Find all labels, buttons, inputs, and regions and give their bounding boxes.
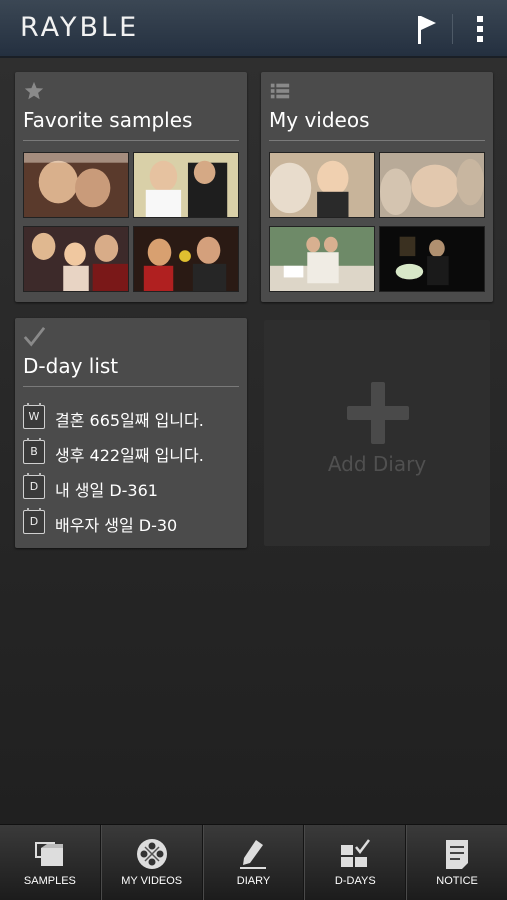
dashboard: Favorite samples My videos D-day list W … bbox=[0, 58, 507, 824]
dday-item-text: 배우자 생일 D-30 bbox=[55, 516, 178, 535]
favorite-samples-card[interactable]: Favorite samples bbox=[15, 72, 247, 302]
dday-list-card[interactable]: D-day list W 결혼 665일째 입니다. B 생후 422일째 입니… bbox=[15, 318, 247, 548]
dday-item[interactable]: W 결혼 665일째 입니다. bbox=[23, 400, 239, 435]
dday-item[interactable]: B 생후 422일째 입니다. bbox=[23, 435, 239, 470]
checkmark-icon bbox=[23, 326, 45, 347]
star-icon bbox=[24, 81, 44, 100]
nav-my-videos[interactable]: MY VIDEOS bbox=[100, 825, 203, 900]
flag-button[interactable] bbox=[412, 12, 442, 46]
nav-diary[interactable]: DIARY bbox=[202, 825, 305, 900]
film-reel-icon bbox=[136, 839, 167, 869]
nav-label: DIARY bbox=[236, 875, 271, 887]
sample-thumbnail[interactable] bbox=[133, 226, 239, 292]
sample-thumbnail[interactable] bbox=[23, 152, 129, 218]
dday-list: W 결혼 665일째 입니다. B 생후 422일째 입니다. D 내 생일 D… bbox=[23, 400, 239, 540]
nav-label: D-DAYS bbox=[334, 875, 376, 887]
toolbar-divider bbox=[452, 14, 453, 44]
nav-samples[interactable]: SAMPLES bbox=[0, 825, 101, 900]
favorite-thumbnails bbox=[23, 152, 239, 294]
calendar-badge-icon: B bbox=[23, 438, 45, 464]
add-diary-button[interactable]: Add Diary bbox=[264, 320, 490, 546]
nav-label: NOTICE bbox=[436, 875, 478, 887]
nav-notice[interactable]: NOTICE bbox=[406, 825, 507, 900]
sample-thumbnail[interactable] bbox=[133, 152, 239, 218]
top-action-bar: RAYBLE bbox=[0, 0, 507, 58]
my-videos-card[interactable]: My videos bbox=[261, 72, 493, 302]
calendar-check-icon bbox=[341, 839, 371, 867]
video-thumbnails bbox=[269, 152, 485, 294]
dday-item-text: 내 생일 D-361 bbox=[55, 481, 158, 500]
card-title: My videos bbox=[269, 108, 370, 132]
calendar-badge-icon: D bbox=[23, 473, 45, 499]
card-divider bbox=[23, 386, 239, 387]
samples-icon bbox=[34, 842, 63, 866]
video-thumbnail[interactable] bbox=[379, 226, 485, 292]
pencil-icon bbox=[240, 840, 267, 869]
card-title: Favorite samples bbox=[23, 108, 193, 132]
flag-icon bbox=[418, 16, 436, 44]
video-thumbnail[interactable] bbox=[379, 152, 485, 218]
dday-item[interactable]: D 내 생일 D-361 bbox=[23, 470, 239, 505]
list-icon bbox=[270, 83, 290, 99]
calendar-badge-icon: W bbox=[23, 403, 45, 429]
overflow-menu-button[interactable] bbox=[466, 12, 494, 46]
card-title: D-day list bbox=[23, 354, 119, 378]
video-thumbnail[interactable] bbox=[269, 226, 375, 292]
video-thumbnail[interactable] bbox=[269, 152, 375, 218]
card-divider bbox=[23, 140, 239, 141]
calendar-badge-icon: D bbox=[23, 508, 45, 534]
nav-label: SAMPLES bbox=[23, 875, 76, 887]
plus-icon bbox=[347, 382, 409, 444]
overflow-menu-icon bbox=[477, 16, 483, 42]
bottom-navigation: SAMPLES MY VIDEOS DIARY D-DAYS NOTICE bbox=[0, 824, 507, 900]
dday-item-text: 생후 422일째 입니다. bbox=[55, 446, 204, 465]
dday-item[interactable]: D 배우자 생일 D-30 bbox=[23, 505, 239, 540]
add-diary-label: Add Diary bbox=[327, 452, 427, 476]
nav-d-days[interactable]: D-DAYS bbox=[304, 825, 407, 900]
sample-thumbnail[interactable] bbox=[23, 226, 129, 292]
nav-label: MY VIDEOS bbox=[121, 875, 183, 887]
card-divider bbox=[269, 140, 485, 141]
app-logo: RAYBLE bbox=[20, 12, 140, 43]
dday-item-text: 결혼 665일째 입니다. bbox=[55, 411, 204, 430]
notice-icon bbox=[446, 840, 469, 869]
